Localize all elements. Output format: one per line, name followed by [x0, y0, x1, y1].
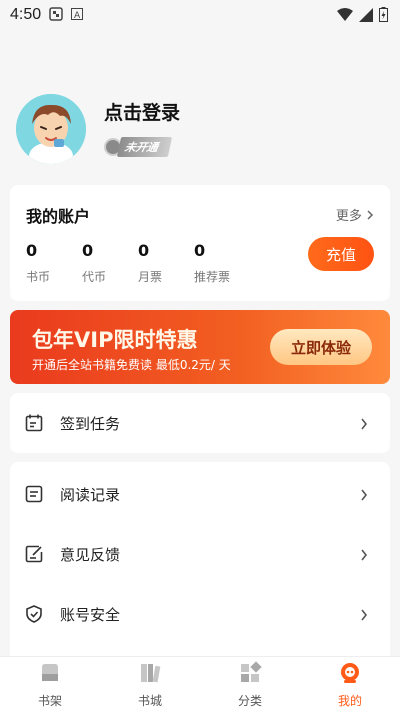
task-card: 签到任务: [10, 393, 390, 453]
tab-label: 分类: [237, 693, 262, 708]
menu-card: 阅读记录 意见反馈 账号安全: [10, 462, 390, 662]
account-title: 我的账户: [26, 207, 91, 226]
menu-item-feedback[interactable]: 意见反馈: [10, 524, 390, 584]
stat-tokens[interactable]: 0 代币: [82, 241, 138, 285]
keyboard-icon: A: [71, 7, 84, 23]
menu-item-label: 签到任务: [60, 414, 121, 433]
recharge-button[interactable]: 充值: [308, 237, 374, 271]
more-label: 更多: [335, 209, 362, 224]
bottom-tab-bar: 书架 书城 分类 我的: [0, 656, 400, 712]
category-icon: [238, 660, 262, 689]
stat-label: 代币: [82, 270, 107, 284]
promo-headline: 包年VIP限时特惠: [32, 328, 198, 352]
status-bar: 4:50 A: [0, 0, 400, 30]
stat-book-coins[interactable]: 0 书币: [26, 241, 82, 285]
chevron-right-icon: [360, 486, 368, 505]
try-now-button[interactable]: 立即体验: [270, 329, 372, 365]
promo-subtitle: 开通后全站书籍免费读 最低0.2元/ 天: [32, 358, 231, 372]
login-prompt[interactable]: 点击登录: [104, 98, 180, 125]
shield-icon: [24, 604, 44, 624]
account-more-link[interactable]: 更多: [336, 205, 374, 224]
calendar-icon: [24, 413, 44, 433]
stat-recommend-tickets[interactable]: 0 推荐票: [194, 241, 250, 285]
stat-value: 0: [26, 241, 38, 260]
svg-text:A: A: [74, 11, 81, 20]
tab-bookshelf[interactable]: 书架: [0, 657, 100, 712]
account-stats: 0 书币 0 代币 0 月票 0 推荐票: [26, 241, 250, 285]
avatar[interactable]: [16, 94, 86, 164]
account-card: 我的账户 更多 0 书币 0 代币 0 月票 0 推荐票 充值: [10, 185, 390, 301]
signal-icon: [359, 7, 373, 26]
profile-icon: [338, 661, 362, 689]
menu-item-account-security[interactable]: 账号安全: [10, 584, 390, 644]
status-time: 4:50: [10, 6, 42, 23]
tab-category[interactable]: 分类: [200, 657, 300, 712]
feedback-icon: [24, 544, 44, 564]
bookstore-icon: [138, 661, 162, 689]
stat-value: 0: [82, 241, 94, 260]
chevron-right-icon: [360, 415, 368, 434]
stat-label: 书币: [26, 270, 51, 284]
tab-label: 我的: [337, 693, 362, 708]
vip-promo-banner[interactable]: 包年VIP限时特惠 开通后全站书籍免费读 最低0.2元/ 天 立即体验: [10, 310, 390, 384]
tab-bookstore[interactable]: 书城: [100, 657, 200, 712]
stat-label: 推荐票: [194, 270, 231, 284]
vip-status-text: 未开通: [116, 137, 173, 157]
menu-item-reading-history[interactable]: 阅读记录: [10, 464, 390, 524]
history-icon: [24, 484, 44, 504]
battery-icon: [379, 7, 388, 26]
vip-status-badge: 未开通: [104, 137, 173, 157]
menu-item-label: 账号安全: [60, 605, 121, 624]
stat-value: 0: [138, 241, 150, 260]
stat-monthly-tickets[interactable]: 0 月票: [138, 241, 194, 285]
stat-label: 月票: [138, 270, 163, 284]
wifi-icon: [337, 7, 353, 26]
tab-profile[interactable]: 我的: [300, 657, 400, 712]
notification-icon: [49, 6, 63, 24]
menu-item-label: 阅读记录: [60, 485, 121, 504]
tab-label: 书城: [137, 693, 162, 708]
chevron-right-icon: [360, 606, 368, 625]
chevron-right-icon: [366, 209, 374, 224]
tab-label: 书架: [37, 693, 62, 708]
menu-item-label: 意见反馈: [60, 545, 121, 564]
menu-item-sign-in-tasks[interactable]: 签到任务: [10, 393, 390, 453]
bookshelf-icon: [38, 661, 62, 689]
chevron-right-icon: [360, 546, 368, 565]
stat-value: 0: [194, 241, 206, 260]
profile-header[interactable]: 点击登录 未开通: [16, 94, 180, 164]
